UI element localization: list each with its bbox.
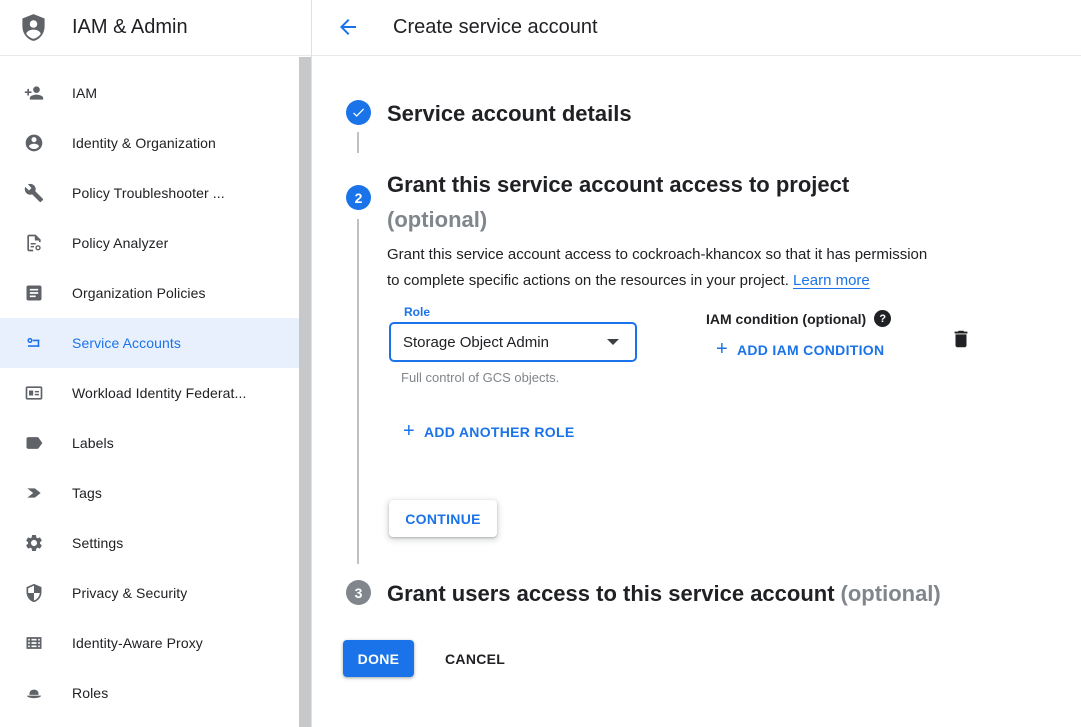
plus-icon: + xyxy=(716,340,728,358)
sidebar-nav: IAM Identity & Organization Policy Troub… xyxy=(0,56,299,718)
step3-title: Grant users access to this service accou… xyxy=(387,581,941,607)
service-account-icon xyxy=(24,333,44,353)
sidebar-item-label: Organization Policies xyxy=(72,285,206,301)
sidebar-item-label: Workload Identity Federat... xyxy=(72,385,247,401)
sidebar-item-privacy-security[interactable]: Privacy & Security xyxy=(0,568,299,618)
create-service-account-page: IAM & Admin Create service account IAM I… xyxy=(0,0,1081,727)
person-circle-icon xyxy=(24,133,44,153)
tag-arrow-icon xyxy=(24,483,44,503)
sidebar-item-workload-identity-federation[interactable]: Workload Identity Federat... xyxy=(0,368,299,418)
sidebar-title: IAM & Admin xyxy=(72,0,188,55)
card-icon xyxy=(24,383,44,403)
done-button[interactable]: DONE xyxy=(343,640,414,677)
sidebar-item-label: Policy Analyzer xyxy=(72,235,168,251)
wrench-icon xyxy=(24,183,44,203)
step3-number-badge: 3 xyxy=(346,580,371,605)
step1-title: Service account details xyxy=(387,101,632,127)
step1-complete-check-icon xyxy=(346,100,371,125)
step2-description-line1: Grant this service account access to coc… xyxy=(387,242,927,268)
app-header: IAM & Admin Create service account xyxy=(0,0,1081,56)
step2-optional-label: (optional) xyxy=(387,202,849,237)
sidebar-item-label: IAM xyxy=(72,85,97,101)
sidebar-item-settings[interactable]: Settings xyxy=(0,518,299,568)
add-iam-condition-button[interactable]: + ADD IAM CONDITION xyxy=(716,341,884,359)
learn-more-link[interactable]: Learn more xyxy=(793,272,870,289)
role-field-label: Role xyxy=(399,306,435,319)
role-selected-value: Storage Object Admin xyxy=(403,334,607,351)
gear-icon xyxy=(24,533,44,553)
delete-role-button[interactable] xyxy=(948,327,974,353)
sidebar-item-labels[interactable]: Labels xyxy=(0,418,299,468)
trash-icon xyxy=(950,328,972,353)
iam-condition-label: IAM condition (optional) ? xyxy=(706,310,891,327)
sidebar-item-label: Service Accounts xyxy=(72,335,181,351)
sidebar-divider xyxy=(311,0,312,727)
sidebar-item-label: Tags xyxy=(72,485,102,501)
sidebar-header: IAM & Admin xyxy=(0,0,312,55)
proxy-grid-icon xyxy=(24,633,44,653)
continue-button[interactable]: CONTINUE xyxy=(389,500,497,537)
step2-number-badge: 2 xyxy=(346,185,371,210)
sidebar-item-identity-organization[interactable]: Identity & Organization xyxy=(0,118,299,168)
role-helper-text: Full control of GCS objects. xyxy=(401,370,559,385)
sidebar-item-service-accounts[interactable]: Service Accounts xyxy=(0,318,299,368)
sidebar-item-organization-policies[interactable]: Organization Policies xyxy=(0,268,299,318)
step2-title: Grant this service account access to pro… xyxy=(387,167,849,237)
sidebar-item-roles[interactable]: Roles xyxy=(0,668,299,718)
sidebar-item-policy-troubleshooter[interactable]: Policy Troubleshooter ... xyxy=(0,168,299,218)
step2-title-text: Grant this service account access to pro… xyxy=(387,172,849,197)
step2-description: Grant this service account access to coc… xyxy=(387,242,927,294)
sidebar-item-label: Roles xyxy=(72,685,108,701)
hat-icon xyxy=(24,683,44,703)
sidebar-item-label: Privacy & Security xyxy=(72,585,187,601)
help-icon[interactable]: ? xyxy=(874,310,891,327)
dropdown-arrow-icon xyxy=(607,339,619,345)
step3-title-text: Grant users access to this service accou… xyxy=(387,581,835,606)
sidebar-scrollbar[interactable] xyxy=(299,57,311,727)
sidebar-item-policy-analyzer[interactable]: Policy Analyzer xyxy=(0,218,299,268)
person-add-icon xyxy=(24,83,44,103)
sidebar-item-label: Settings xyxy=(72,535,123,551)
step-connector-line xyxy=(357,132,359,153)
page-title: Create service account xyxy=(393,0,598,55)
document-gear-icon xyxy=(24,233,44,253)
role-select[interactable]: Storage Object Admin xyxy=(389,322,637,362)
step3-optional-label: (optional) xyxy=(841,581,941,606)
sidebar-item-label: Policy Troubleshooter ... xyxy=(72,185,225,201)
shield-half-icon xyxy=(24,583,44,603)
add-another-role-button[interactable]: + ADD ANOTHER ROLE xyxy=(403,423,575,441)
iam-shield-logo-icon xyxy=(18,12,49,43)
back-arrow-icon[interactable] xyxy=(336,15,360,39)
cancel-button[interactable]: CANCEL xyxy=(433,640,517,677)
label-tag-icon xyxy=(24,433,44,453)
list-document-icon xyxy=(24,283,44,303)
sidebar-item-label: Identity-Aware Proxy xyxy=(72,635,203,651)
sidebar-item-tags[interactable]: Tags xyxy=(0,468,299,518)
sidebar-item-label: Labels xyxy=(72,435,114,451)
step-connector-line xyxy=(357,219,359,564)
step2-description-line2: to complete specific actions on the reso… xyxy=(387,268,927,294)
sidebar-item-label: Identity & Organization xyxy=(72,135,216,151)
plus-icon: + xyxy=(403,422,415,440)
sidebar-item-identity-aware-proxy[interactable]: Identity-Aware Proxy xyxy=(0,618,299,668)
sidebar-item-iam[interactable]: IAM xyxy=(0,68,299,118)
